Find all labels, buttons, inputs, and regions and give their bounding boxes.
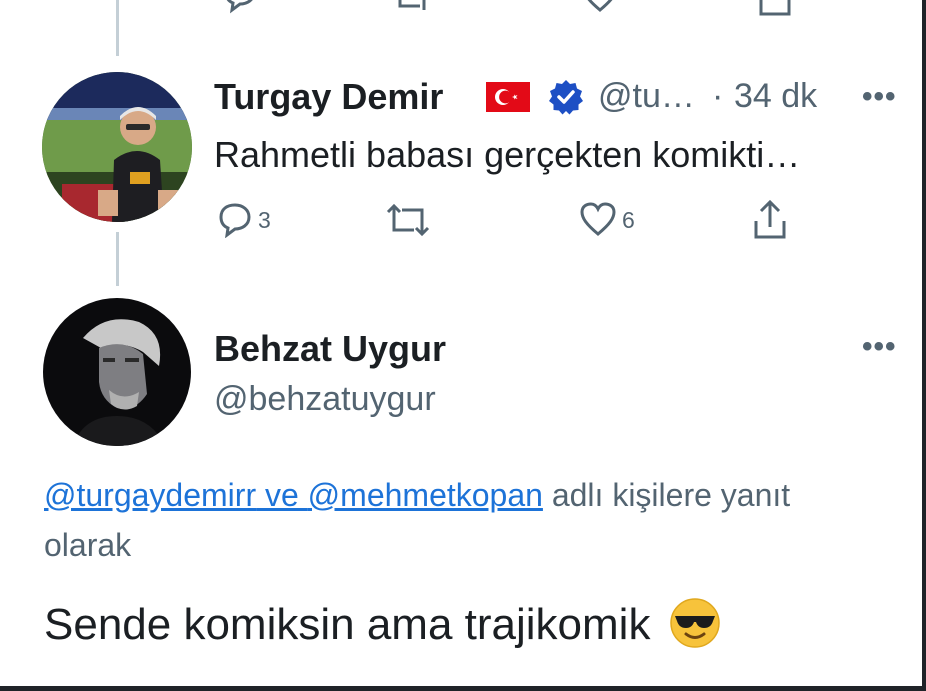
reply-icon[interactable] [220, 0, 260, 14]
reply-context: @turgaydemirr ve @mehmetkopan adlı kişil… [44, 470, 844, 570]
screenshot-frame: 2 3 Turg [0, 0, 926, 691]
avatar-behzat-uygur[interactable] [43, 298, 191, 446]
like-count: 6 [622, 206, 635, 233]
retweet-icon[interactable] [390, 0, 434, 14]
sunglasses-face-emoji-icon [669, 598, 720, 649]
separator-dot: · [712, 77, 724, 115]
tweet-text: Rahmetli babası gerçekten komikti… [214, 134, 801, 175]
retweet-icon [386, 203, 430, 237]
tweet-time[interactable]: 34 dk [734, 77, 817, 116]
reply-button[interactable]: 3 [216, 200, 271, 240]
turkey-flag-icon [486, 82, 530, 112]
author-handle[interactable]: @tu… [598, 77, 695, 116]
more-options-button[interactable]: ••• [862, 80, 897, 114]
more-options-button[interactable]: ••• [862, 330, 897, 364]
thread-line-middle [116, 232, 119, 286]
retweet-button[interactable] [384, 200, 432, 240]
share-icon [754, 199, 786, 239]
tweet-actions: 3 6 [210, 199, 830, 245]
like-button[interactable]: 6 [578, 200, 635, 240]
like-icon[interactable] [580, 0, 620, 14]
previous-tweet-actions: 2 3 [210, 0, 810, 18]
reply-count: 3 [258, 206, 271, 233]
tweet-text-content: Sende komiksin ama trajikomik [44, 600, 651, 649]
share-icon[interactable] [755, 0, 795, 18]
mention-link[interactable]: @mehmetkopan [308, 477, 543, 513]
author-handle[interactable]: @behzatuygur [214, 380, 436, 419]
reply-icon [219, 203, 251, 238]
share-button[interactable] [750, 199, 790, 240]
author-name[interactable]: Behzat Uygur [214, 328, 446, 370]
tweet-text: Sende komiksin ama trajikomik [44, 598, 721, 653]
thread-line-top [116, 0, 119, 56]
avatar-turgay-demir[interactable] [42, 72, 192, 222]
author-name[interactable]: Turgay Demir [214, 76, 443, 118]
like-icon [580, 202, 616, 236]
mention-conjunction[interactable]: ve [256, 477, 308, 513]
verified-badge-icon [549, 80, 583, 115]
mention-link[interactable]: @turgaydemirr [44, 477, 256, 513]
